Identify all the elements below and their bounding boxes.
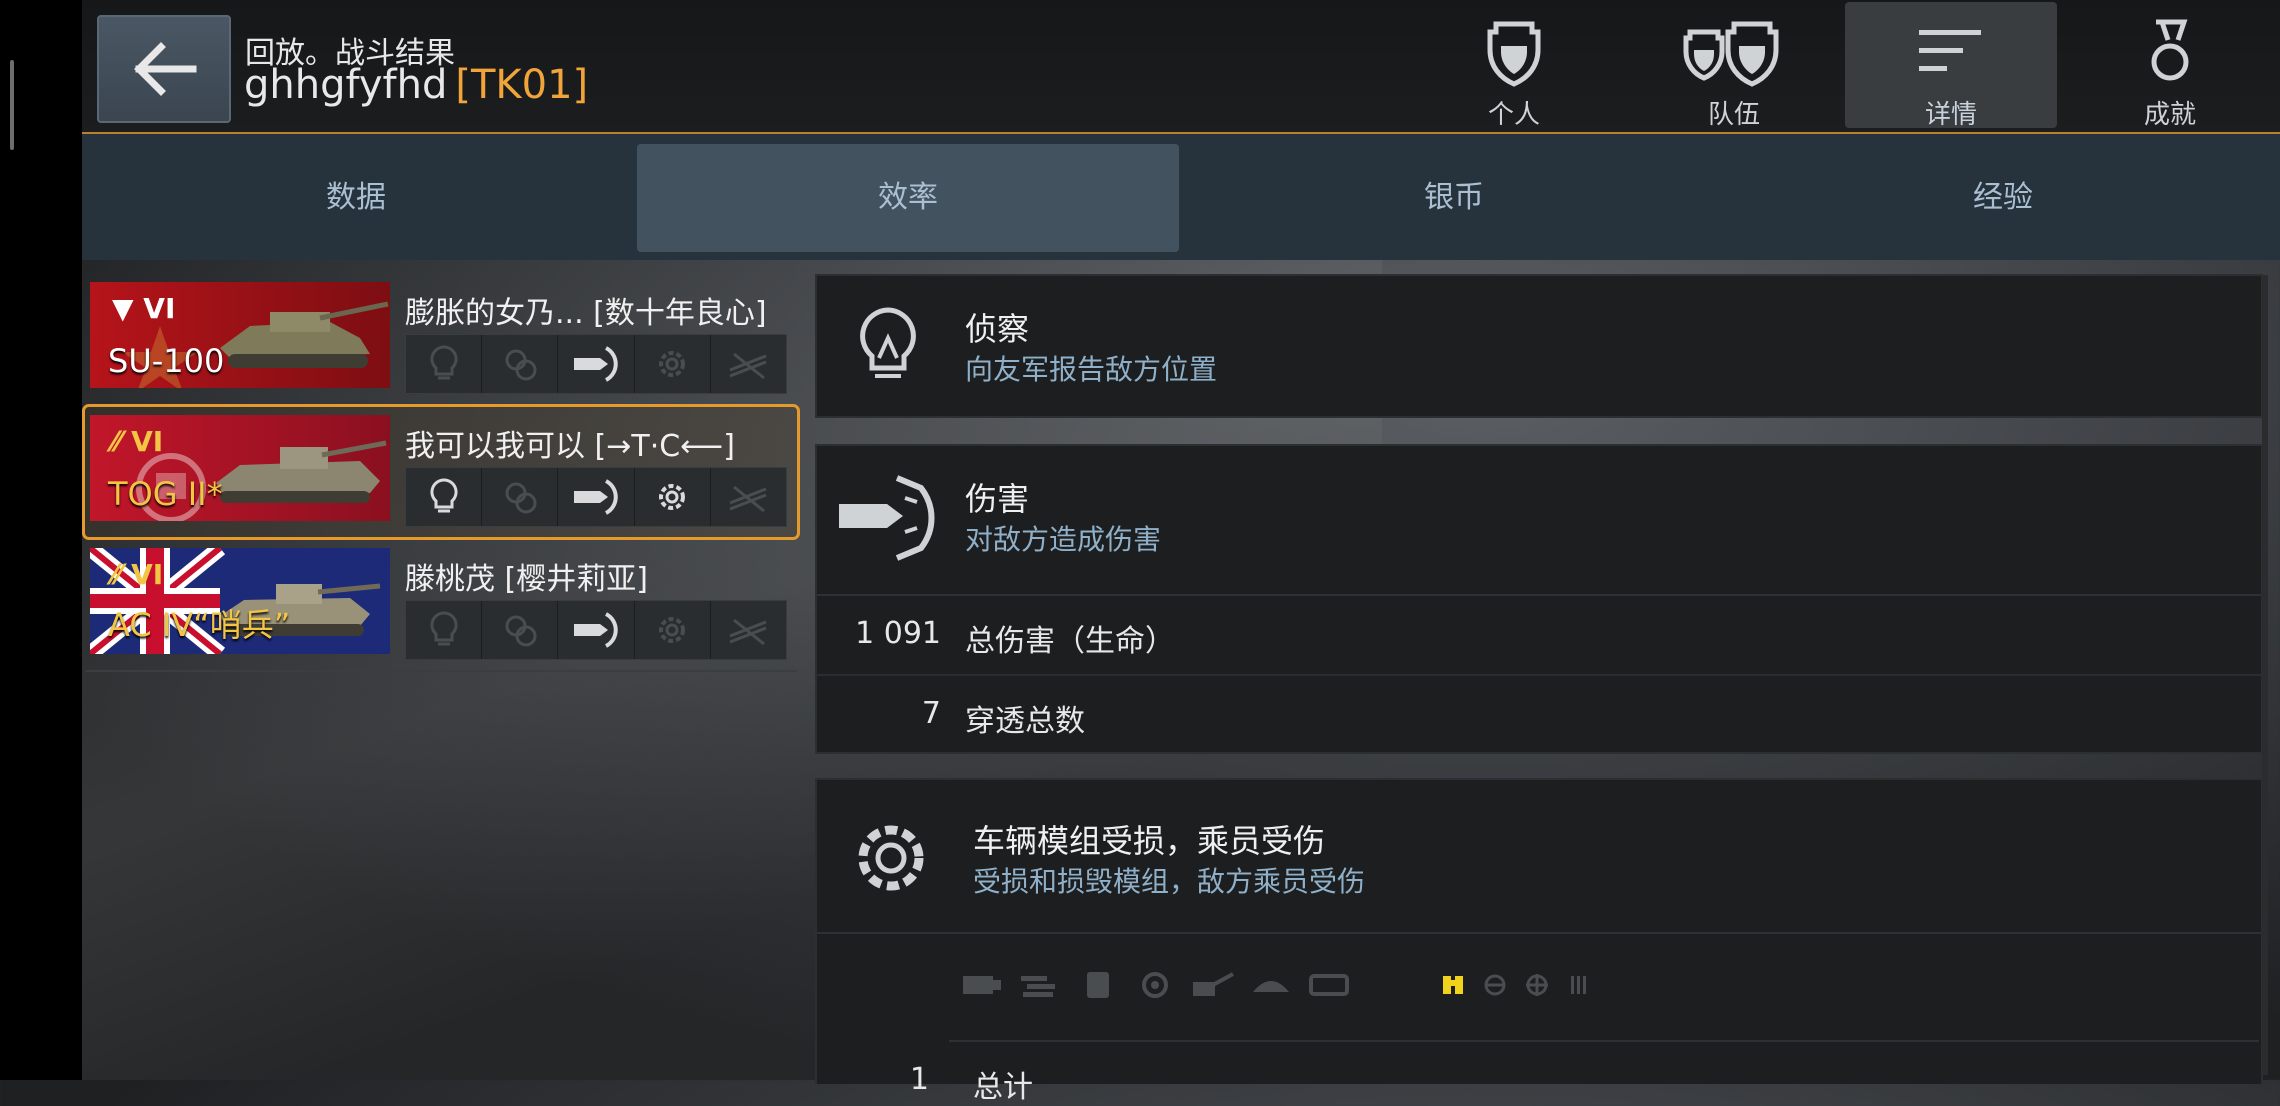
stat-label: 总伤害（生命） bbox=[965, 624, 1175, 659]
vehicle-tier: ⁄⁄ VI bbox=[112, 558, 164, 591]
gear-icon bbox=[635, 468, 711, 526]
gear-icon bbox=[635, 335, 711, 393]
ammo-rack-icon bbox=[1133, 970, 1177, 1000]
blocked-icon bbox=[711, 468, 786, 526]
tab-data[interactable]: 数据 bbox=[82, 144, 630, 252]
vehicle-tier: ⁄⁄ VI bbox=[112, 425, 164, 458]
shell-icon bbox=[558, 468, 635, 526]
turret-icon bbox=[1249, 970, 1293, 1000]
modules-subtitle: 受损和损毁模组，敌方乘员受伤 bbox=[973, 865, 1366, 898]
lightbulb-icon bbox=[406, 335, 483, 393]
recon-subtitle: 向友军报告敌方位置 bbox=[965, 353, 1218, 386]
vehicle-card: ⁄⁄ VI TOG II* bbox=[90, 415, 390, 521]
assist-icon bbox=[482, 601, 559, 659]
damage-title: 伤害 bbox=[965, 480, 1030, 518]
achievement-slots bbox=[405, 334, 787, 394]
recon-panel: 侦察 向友军报告敌方位置 bbox=[815, 274, 2263, 418]
lightbulb-icon bbox=[406, 468, 483, 526]
lightbulb-icon bbox=[406, 601, 483, 659]
tracks-icon bbox=[1307, 970, 1351, 1000]
system-side-bar bbox=[0, 0, 82, 1080]
module-icon-row bbox=[959, 970, 1593, 1000]
tab-bar: 数据 效率 银币 经验 bbox=[82, 134, 2280, 260]
gunner-icon bbox=[1523, 970, 1551, 1000]
vehicle-name: SU-100 bbox=[108, 342, 225, 380]
nav-achievements[interactable]: 成就 bbox=[2064, 2, 2276, 130]
gear-icon bbox=[858, 825, 924, 891]
stat-row-penetrations: 7 穿透总数 bbox=[817, 674, 2261, 756]
heavy-tank-icon bbox=[216, 440, 387, 503]
nav-details-label: 详情 bbox=[1924, 100, 1977, 130]
team-icon bbox=[1683, 21, 1779, 87]
loader-icon bbox=[1565, 970, 1593, 1000]
assist-icon bbox=[482, 468, 559, 526]
tank-destroyer-icon bbox=[220, 301, 389, 368]
shell-icon bbox=[558, 335, 635, 393]
player-name-label: 我可以我可以 [→T·C⟵] bbox=[405, 429, 735, 464]
nav-details[interactable]: 详情 bbox=[1845, 2, 2057, 130]
shell-icon bbox=[839, 475, 935, 561]
stat-row-total-damage: 1 091 总伤害（生命） bbox=[817, 594, 2261, 676]
nav-team[interactable]: 队伍 bbox=[1628, 2, 1840, 130]
stat-value: 1 091 bbox=[855, 616, 941, 651]
player-name-label: 滕桃茂 [樱井莉亚] bbox=[405, 562, 648, 597]
gear-icon bbox=[635, 601, 711, 659]
binoculars-icon bbox=[1439, 970, 1467, 1000]
blocked-icon bbox=[711, 601, 786, 659]
section-divider bbox=[817, 932, 2261, 934]
scrollbar[interactable] bbox=[2262, 275, 2268, 1075]
vehicle-card: ⁄⁄ VI AC IV“哨兵” bbox=[90, 548, 390, 654]
nav-team-label: 队伍 bbox=[1707, 100, 1760, 130]
vehicle-row[interactable]: ⁄⁄ VI AC IV“哨兵” 滕桃茂 [樱井莉亚] bbox=[85, 540, 797, 670]
clan-tag: [TK01] bbox=[455, 62, 589, 108]
vehicle-name: TOG II* bbox=[108, 475, 223, 513]
vehicle-row[interactable]: ⁄⁄ VI TOG II* 我可以我可以 [→T·C⟵] bbox=[82, 404, 800, 540]
modules-title: 车辆模组受损，乘员受伤 bbox=[973, 822, 1326, 860]
lightbulb-icon bbox=[860, 307, 916, 378]
achievement-slots bbox=[405, 467, 787, 527]
player-name-label: 膨胀的女乃... [数十年良心] bbox=[405, 296, 767, 331]
row-divider bbox=[949, 1040, 2259, 1042]
tab-experience[interactable]: 经验 bbox=[1730, 144, 2276, 252]
nav-personal[interactable]: 个人 bbox=[1408, 2, 1620, 130]
blocked-icon bbox=[711, 335, 786, 393]
back-button[interactable] bbox=[97, 15, 231, 123]
assist-icon bbox=[482, 335, 559, 393]
soldier-icon bbox=[1487, 21, 1541, 87]
achievement-slots bbox=[405, 600, 787, 660]
list-divider bbox=[85, 670, 797, 672]
vehicle-tier: ▼ VI bbox=[112, 292, 176, 325]
shell-icon bbox=[558, 601, 635, 659]
scroll-indicator bbox=[10, 60, 14, 150]
tab-silver[interactable]: 银币 bbox=[1182, 144, 1726, 252]
stat-label: 穿透总数 bbox=[965, 704, 1085, 739]
fuel-tank-icon bbox=[1075, 970, 1119, 1000]
player-nickname: ghhgfyfhd bbox=[244, 62, 448, 108]
engine-icon bbox=[959, 970, 1003, 1000]
tab-efficiency[interactable]: 效率 bbox=[637, 144, 1179, 252]
player-name: ghhgfyfhd [TK01] bbox=[244, 62, 588, 108]
nav-personal-label: 个人 bbox=[1487, 100, 1540, 130]
stat-value: 7 bbox=[921, 696, 941, 731]
total-label: 总计 bbox=[973, 1070, 1033, 1105]
damage-panel: 伤害 对敌方造成伤害 1 091 总伤害（生命） 7 穿透总数 bbox=[815, 444, 2263, 754]
header: 回放。战斗结果 ghhgfyfhd [TK01] 个人 队伍 详情 成就 bbox=[82, 0, 2280, 134]
transmission-icon bbox=[1017, 970, 1061, 1000]
nav-achievements-label: 成就 bbox=[2143, 100, 2196, 130]
recon-title: 侦察 bbox=[965, 310, 1030, 348]
vehicle-card: ▼ VI SU-100 bbox=[90, 282, 390, 388]
details-icon bbox=[1919, 30, 1981, 71]
vehicle-name: AC IV“哨兵” bbox=[108, 606, 291, 644]
gun-icon bbox=[1191, 970, 1235, 1000]
driver-icon bbox=[1481, 970, 1509, 1000]
modules-panel: 车辆模组受损，乘员受伤 受损和损毁模组，敌方乘员受伤 1 总计 bbox=[815, 778, 2263, 1105]
medal-icon bbox=[2151, 19, 2189, 81]
damage-subtitle: 对敌方造成伤害 bbox=[965, 523, 1162, 556]
arrow-left-icon bbox=[134, 42, 197, 96]
vehicle-row[interactable]: ▼ VI SU-100 膨胀的女乃... [数十年良心] bbox=[85, 274, 797, 404]
